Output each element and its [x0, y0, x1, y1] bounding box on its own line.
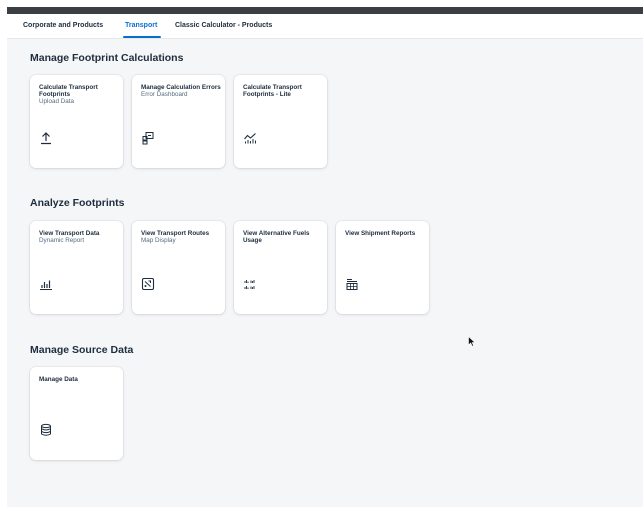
tab-corporate-and-products[interactable]: Corporate and Products [23, 22, 103, 29]
tile-subtitle: Map Display [141, 237, 176, 244]
tile-title: View Alternative Fuels Usage [243, 230, 310, 244]
upload-icon [39, 131, 53, 145]
tab-classic-calculator-products[interactable]: Classic Calculator - Products [175, 22, 272, 29]
tile-view-transport-data[interactable]: View Transport Data Dynamic Report [30, 221, 123, 314]
tile-title: Manage Calculation Errors [141, 84, 221, 91]
tile-title: View Shipment Reports [345, 230, 416, 237]
tab-transport[interactable]: Transport [125, 22, 157, 29]
shell-header-strip [7, 7, 643, 14]
tile-title: View Transport Routes [141, 230, 210, 237]
tile-view-transport-routes[interactable]: View Transport Routes Map Display [132, 221, 225, 314]
tile-title: Calculate Transport Footprints - Lite [243, 84, 302, 98]
tile-calculate-transport-footprints[interactable]: Calculate Transport Footprints Upload Da… [30, 75, 123, 168]
page-content: Manage Footprint Calculations Calculate … [7, 39, 643, 507]
tile-calculate-transport-footprints-lite[interactable]: Calculate Transport Footprints - Lite [234, 75, 327, 168]
tile-view-alternative-fuels-usage[interactable]: View Alternative Fuels Usage [234, 221, 327, 314]
tile-title: View Transport Data [39, 230, 100, 237]
tile-view-shipment-reports[interactable]: View Shipment Reports [336, 221, 429, 314]
database-icon [39, 423, 53, 437]
error-dashboard-icon [141, 131, 155, 145]
table-report-icon [345, 277, 359, 291]
tile-subtitle: Dynamic Report [39, 237, 85, 244]
tile-manage-calculation-errors[interactable]: Manage Calculation Errors Error Dashboar… [132, 75, 225, 168]
tile-subtitle: Upload Data [39, 98, 75, 105]
tile-title: Manage Data [39, 376, 78, 383]
mouse-cursor-icon [468, 334, 476, 347]
tile-subtitle: Error Dashboard [141, 91, 188, 98]
tile-manage-data[interactable]: Manage Data [30, 367, 123, 460]
section-title-manage-footprint-calculations: Manage Footprint Calculations [30, 52, 184, 64]
section-title-analyze-footprints: Analyze Footprints [30, 197, 125, 209]
bar-chart-icon [39, 277, 53, 291]
line-chart-icon [243, 131, 257, 145]
active-tab-indicator [123, 36, 161, 38]
tile-title: Calculate Transport Footprints [39, 84, 98, 98]
map-icon [141, 277, 155, 291]
multi-bar-chart-icon [243, 277, 257, 291]
section-title-manage-source-data: Manage Source Data [30, 344, 134, 356]
space-tab-bar: Corporate and Products Transport Classic… [7, 14, 643, 39]
